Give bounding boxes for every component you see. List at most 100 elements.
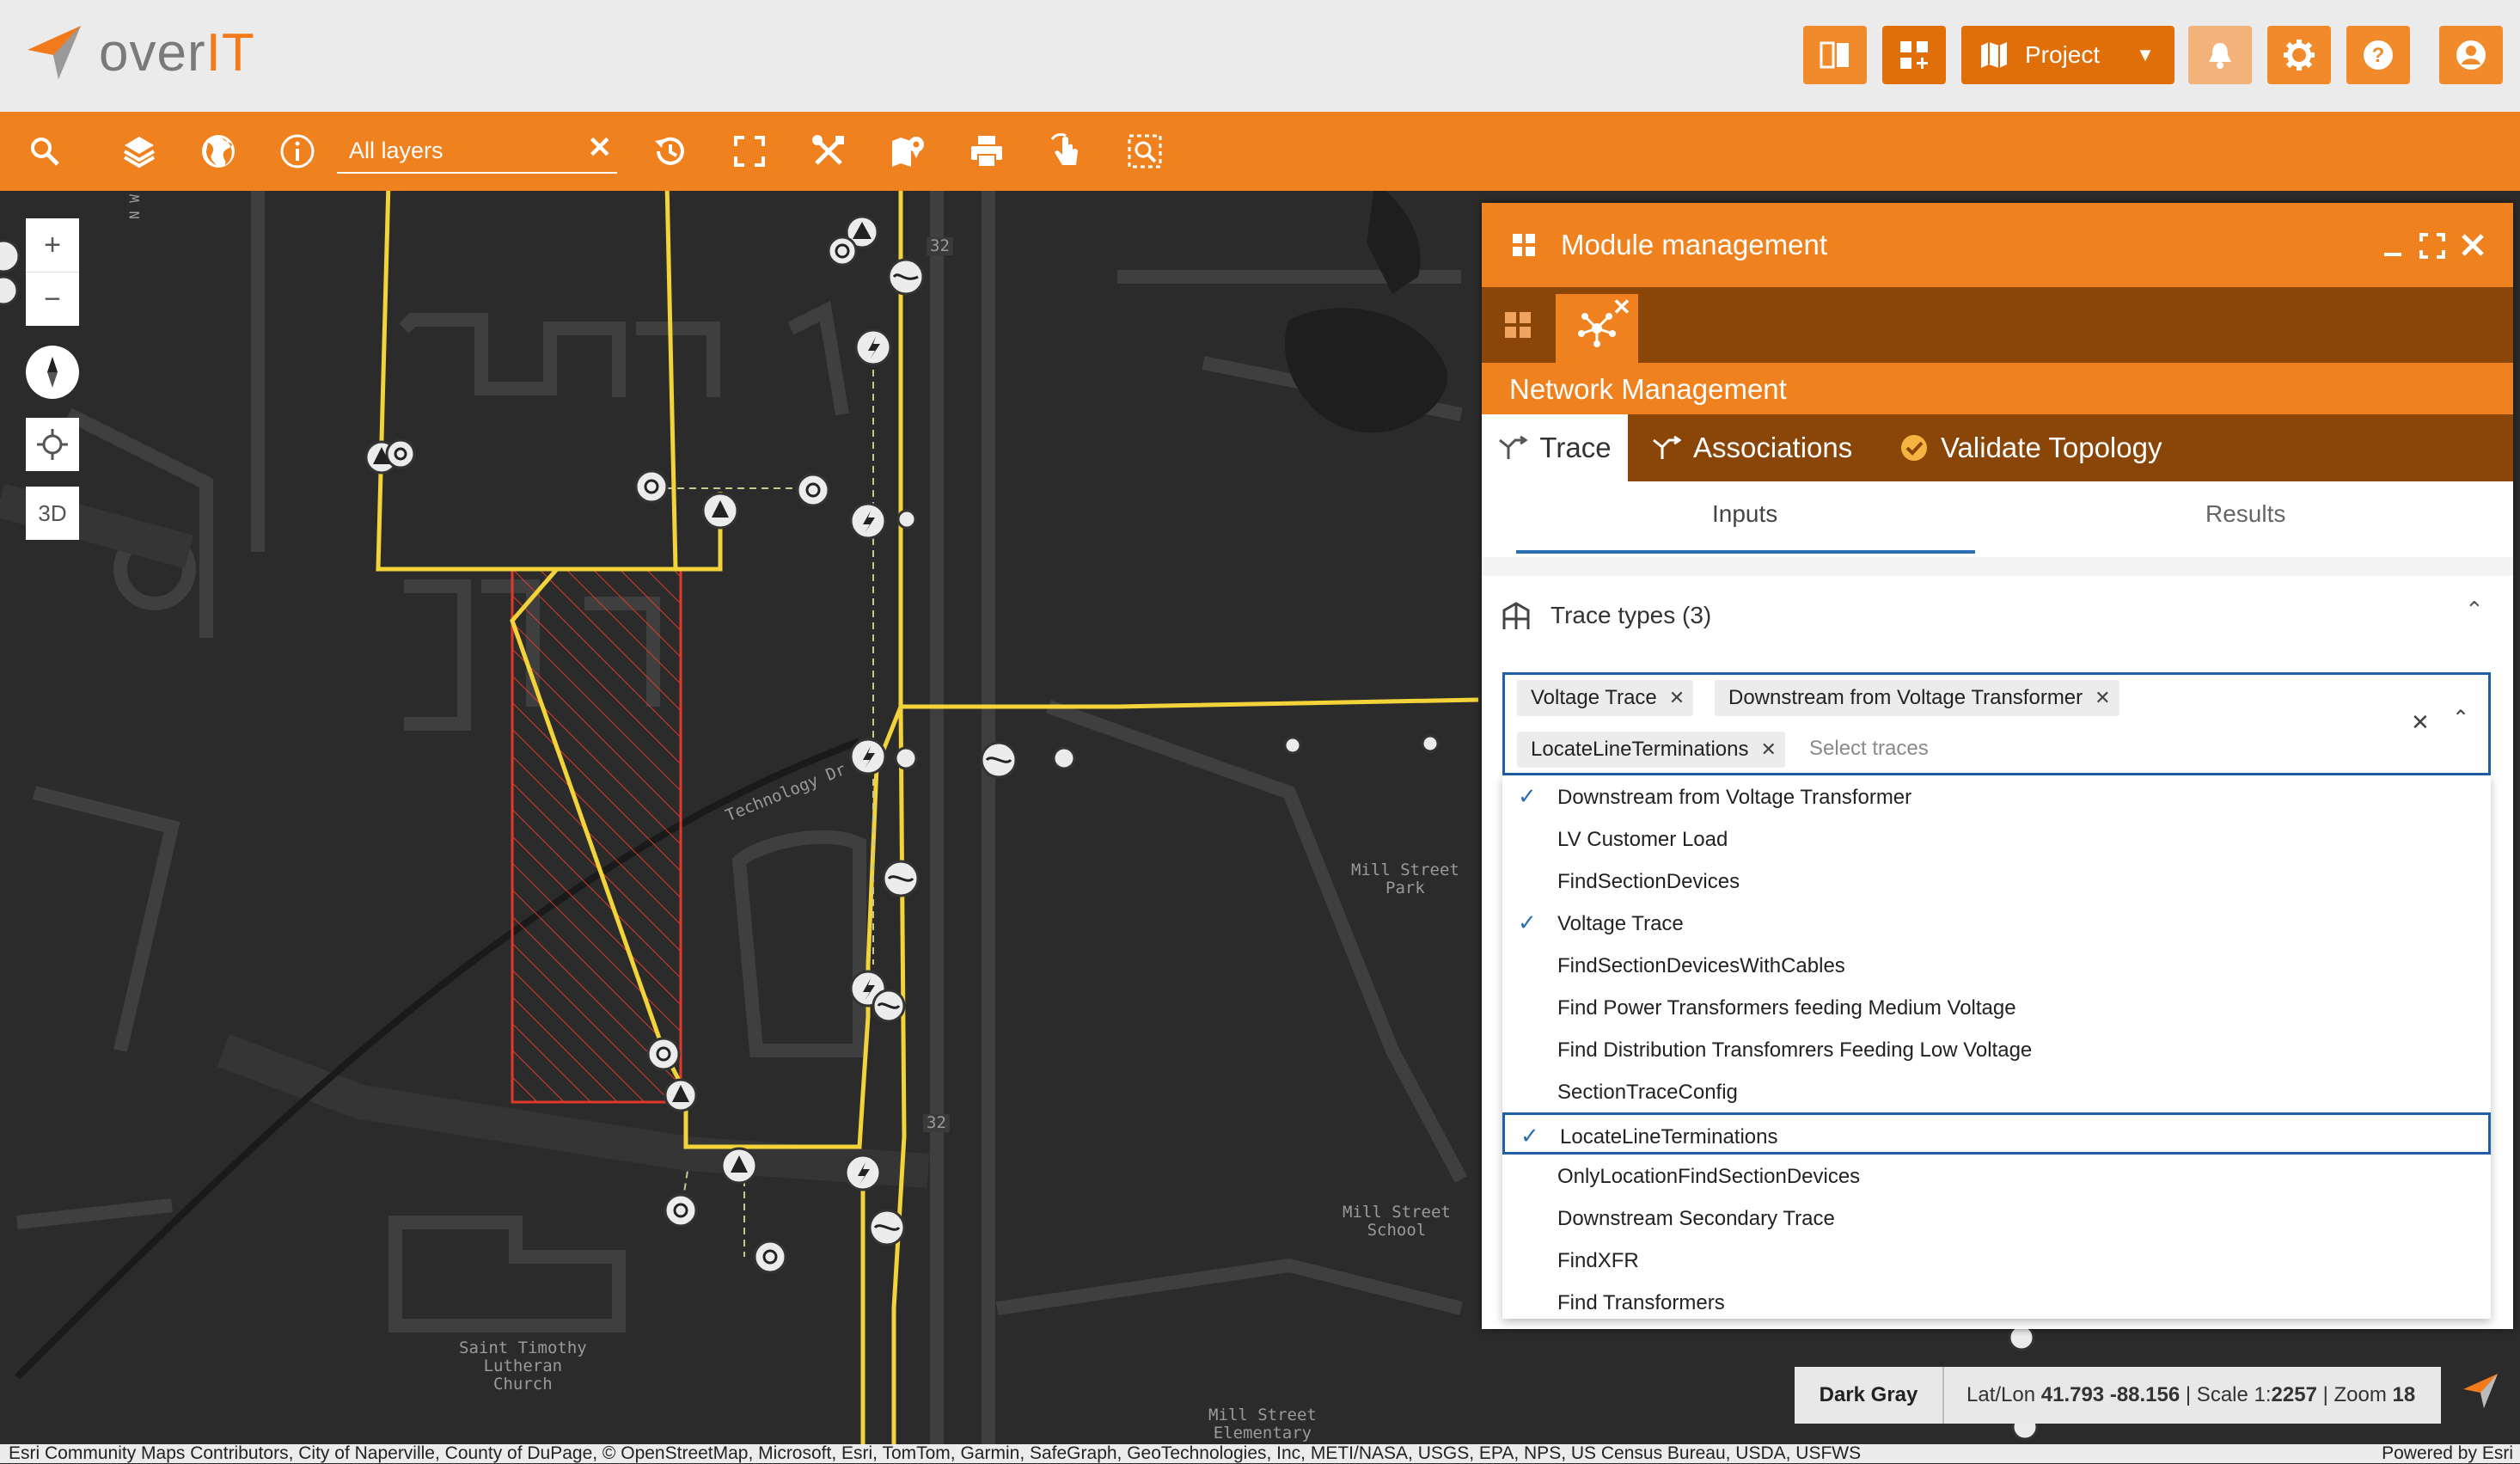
option-downstream-voltage-transformer[interactable]: ✓ Downstream from Voltage Transformer <box>1502 775 2491 818</box>
chevron-down-icon: ▼ <box>2136 44 2155 65</box>
close-icon[interactable] <box>2460 232 2486 258</box>
check-icon: ✓ <box>1518 910 1537 935</box>
option-sectiontraceconfig[interactable]: SectionTraceConfig <box>1502 1070 2491 1112</box>
user-icon <box>2456 40 2486 70</box>
app-header: overIT Project ▼ ? <box>0 0 2520 112</box>
project-label: Project <box>2025 41 2101 68</box>
toggle-3d-button[interactable]: 3D <box>26 487 79 540</box>
option-findsectiondeviceswithcables[interactable]: FindSectionDevicesWithCables <box>1502 944 2491 986</box>
split-view-button[interactable] <box>1803 26 1867 84</box>
maximize-icon[interactable] <box>2419 232 2446 260</box>
associations-icon <box>1653 435 1681 459</box>
trace-types-select[interactable]: Voltage Trace ✕ Downstream from Voltage T… <box>1502 672 2491 775</box>
notifications-button[interactable] <box>2188 26 2252 84</box>
tab-inputs[interactable]: Inputs <box>1712 500 1777 528</box>
split-view-icon <box>1820 41 1849 69</box>
layer-search-field[interactable]: All layers ✕ <box>337 129 617 174</box>
chip-label: Voltage Trace <box>1531 686 1657 709</box>
user-button[interactable] <box>2439 26 2503 84</box>
panel-title: Module management <box>1561 229 1828 260</box>
panel-header: Module management <box>1482 203 2513 287</box>
add-widget-button[interactable] <box>1882 26 1946 84</box>
inputs-results-tabs: Inputs Results <box>1482 481 2513 559</box>
option-find-distribution-transformers[interactable]: Find Distribution Transfomrers Feeding L… <box>1502 1028 2491 1070</box>
active-tab-indicator <box>1516 550 1975 554</box>
poi-label-school: Mill Street School <box>1343 1203 1451 1240</box>
chevron-up-icon[interactable]: ⌃ <box>2452 706 2469 731</box>
network-icon <box>1578 313 1616 347</box>
chip-label: LocateLineTerminations <box>1531 738 1749 761</box>
tab-associations[interactable]: Associations <box>1652 414 1852 481</box>
option-onlylocationfindsectiondevices[interactable]: OnlyLocationFindSectionDevices <box>1502 1155 2491 1197</box>
print-button[interactable] <box>963 127 1011 175</box>
option-findsectiondevices[interactable]: FindSectionDevices <box>1502 860 2491 902</box>
powered-by-esri[interactable]: Powered by Esri <box>2382 1443 2513 1464</box>
latlon-value: 41.793 -88.156 <box>2040 1383 2181 1406</box>
chip-voltage-trace: Voltage Trace ✕ <box>1517 680 1694 716</box>
basemap-name[interactable]: Dark Gray <box>1795 1367 1944 1424</box>
close-icon[interactable]: ✕ <box>1612 294 1631 321</box>
identify-button[interactable] <box>273 127 321 175</box>
tab-validate-topology[interactable]: Validate Topology <box>1899 414 2162 481</box>
trace-types-icon <box>1502 602 1530 629</box>
compass-icon <box>47 357 58 388</box>
minimize-icon[interactable] <box>2381 236 2405 260</box>
full-extent-button[interactable] <box>725 127 774 175</box>
option-find-transformers[interactable]: Find Transformers <box>1502 1281 2491 1323</box>
option-voltage-trace[interactable]: ✓ Voltage Trace <box>1502 902 2491 944</box>
compass-button[interactable] <box>26 346 79 399</box>
search-icon <box>31 138 59 166</box>
zoom-in-button[interactable]: + <box>26 218 79 273</box>
tools-button[interactable] <box>804 127 853 175</box>
tab-trace-label: Trace <box>1539 432 1612 463</box>
help-icon: ? <box>2364 40 2393 70</box>
help-button[interactable]: ? <box>2346 26 2410 84</box>
scale-value: 2257 <box>2271 1383 2317 1406</box>
remove-chip-icon[interactable]: ✕ <box>1761 738 1777 761</box>
chip-downstream-voltage-transformer: Downstream from Voltage Transformer ✕ <box>1715 680 2119 716</box>
poi-label-elementary: Mill Street Elementary <box>1208 1406 1317 1443</box>
locate-button[interactable] <box>26 418 79 471</box>
remove-chip-icon[interactable]: ✕ <box>1669 687 1685 709</box>
option-findxfr[interactable]: FindXFR <box>1502 1239 2491 1281</box>
network-management-title: Network Management <box>1509 373 1787 405</box>
layers-icon <box>123 137 156 168</box>
tab-trace[interactable]: Trace <box>1482 414 1628 481</box>
tab-module-grid[interactable] <box>1482 287 1554 363</box>
zoom-value: 18 <box>2392 1383 2416 1406</box>
zoom-area-icon <box>1128 134 1162 168</box>
hand-pointer-icon <box>1050 132 1078 165</box>
option-find-power-transformers[interactable]: Find Power Transformers feeding Medium V… <box>1502 986 2491 1028</box>
trace-types-label: Trace types (3) <box>1551 602 1712 628</box>
map-attribution: Esri Community Maps Contributors, City o… <box>0 1443 2520 1464</box>
grid-icon <box>1505 312 1531 338</box>
layers-button[interactable] <box>115 127 163 175</box>
project-dropdown[interactable]: Project ▼ <box>1961 26 2174 84</box>
option-lv-customer-load[interactable]: LV Customer Load <box>1502 818 2491 860</box>
clear-selection-icon[interactable]: ✕ <box>2411 709 2430 736</box>
map-edit-button[interactable] <box>884 127 932 175</box>
area-zoom-button[interactable] <box>1121 127 1169 175</box>
remove-chip-icon[interactable]: ✕ <box>2095 687 2110 709</box>
search-button[interactable] <box>21 127 69 175</box>
svg-text:?: ? <box>2372 44 2385 67</box>
check-circle-icon <box>1901 435 1927 461</box>
option-downstream-secondary-trace[interactable]: Downstream Secondary Trace <box>1502 1197 2491 1239</box>
close-icon[interactable]: ✕ <box>588 131 613 165</box>
history-button[interactable] <box>646 127 694 175</box>
chip-locate-line-terminations: LocateLineTerminations ✕ <box>1517 732 1785 768</box>
tab-results[interactable]: Results <box>2205 500 2285 528</box>
trace-types-header[interactable]: Trace types (3) ⌃ <box>1482 576 2513 662</box>
chevron-up-icon[interactable]: ⌃ <box>2465 597 2484 623</box>
select-traces-placeholder[interactable]: Select traces <box>1809 737 1929 761</box>
trace-options-list: ✓ Downstream from Voltage Transformer LV … <box>1502 775 2491 1319</box>
app-logo: overIT <box>99 23 255 83</box>
basemap-button[interactable] <box>194 127 242 175</box>
touch-select-button[interactable] <box>1042 127 1090 175</box>
settings-button[interactable] <box>2267 26 2331 84</box>
section-divider <box>1482 557 2513 576</box>
option-locatelineterminations[interactable]: ✓ LocateLineTerminations <box>1502 1112 2491 1155</box>
map-toolbar: All layers ✕ <box>0 112 2520 191</box>
zoom-out-button[interactable]: − <box>26 273 79 326</box>
tools-icon <box>812 135 844 165</box>
